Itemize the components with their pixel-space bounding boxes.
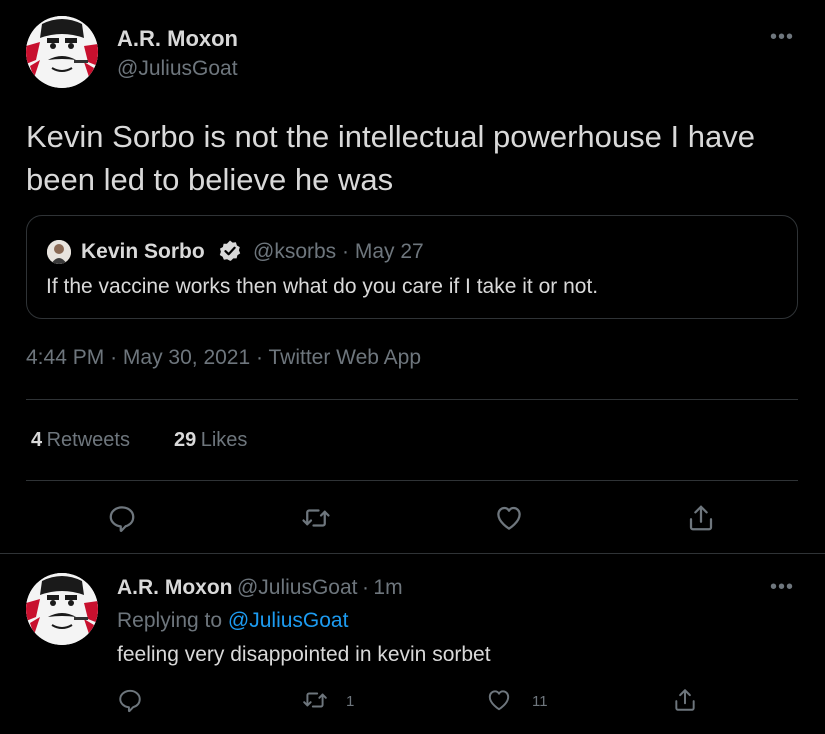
- verified-badge-icon: [218, 239, 242, 263]
- retweet-icon[interactable]: [301, 503, 331, 533]
- quoted-author-avatar: [47, 240, 71, 264]
- separator-dot: ·: [256, 346, 264, 369]
- likes-count: 29: [174, 429, 197, 451]
- divider: [26, 399, 798, 400]
- likes-stat[interactable]: 29 Likes: [174, 429, 247, 452]
- reply-time[interactable]: 1m: [373, 576, 402, 599]
- reply-share-icon[interactable]: [672, 687, 698, 713]
- quoted-tweet[interactable]: Kevin Sorbo @ksorbs · May 27 If the vacc…: [26, 215, 798, 319]
- retweets-label: Retweets: [46, 429, 130, 451]
- quoted-author-handle: @ksorbs: [253, 240, 337, 263]
- reply-author-handle[interactable]: @JuliusGoat: [237, 576, 358, 599]
- share-icon[interactable]: [686, 503, 716, 533]
- reply-like-icon[interactable]: [486, 687, 512, 713]
- tweet-meta: 4:44 PM · May 30, 2021 · Twitter Web App: [26, 346, 421, 370]
- quoted-text: If the vaccine works then what do you ca…: [46, 275, 599, 298]
- separator-dot: ·: [361, 576, 369, 599]
- reply-more-options-icon[interactable]: •••: [770, 576, 794, 599]
- quoted-date: May 27: [354, 240, 424, 263]
- author-name[interactable]: A.R. Moxon: [117, 26, 238, 52]
- reply-icon[interactable]: [107, 503, 137, 533]
- author-handle[interactable]: @JuliusGoat: [117, 57, 238, 81]
- separator-dot: ·: [342, 240, 350, 263]
- reply-reply-icon[interactable]: [117, 687, 143, 713]
- separator-dot: ·: [110, 346, 118, 369]
- reply-like-count: 11: [532, 693, 548, 710]
- replying-to-handle[interactable]: @JuliusGoat: [228, 609, 349, 632]
- replying-to-label: Replying to: [117, 609, 223, 632]
- like-icon[interactable]: [494, 503, 524, 533]
- tweet-client[interactable]: Twitter Web App: [268, 346, 421, 369]
- retweets-stat[interactable]: 4 Retweets: [31, 429, 130, 452]
- reply-retweet-icon[interactable]: [302, 687, 328, 713]
- retweets-count: 4: [31, 429, 43, 451]
- author-avatar[interactable]: [26, 16, 98, 88]
- more-options-icon[interactable]: •••: [770, 26, 794, 49]
- reply-retweet-count: 1: [346, 693, 355, 710]
- divider: [0, 553, 825, 554]
- divider: [26, 480, 798, 481]
- reply-text: feeling very disappointed in kevin sorbe…: [117, 643, 491, 666]
- likes-label: Likes: [200, 429, 248, 451]
- tweet-date[interactable]: May 30, 2021: [123, 346, 250, 369]
- replying-to: Replying to @JuliusGoat: [117, 609, 348, 633]
- reply-author-avatar[interactable]: [26, 573, 98, 645]
- reply-header: A.R. Moxon @JuliusGoat · 1m: [117, 576, 403, 600]
- tweet-time[interactable]: 4:44 PM: [26, 346, 104, 369]
- reply-author-name[interactable]: A.R. Moxon: [117, 576, 233, 599]
- quoted-author-name: Kevin Sorbo: [81, 240, 205, 263]
- tweet-text: Kevin Sorbo is not the intellectual powe…: [26, 119, 755, 197]
